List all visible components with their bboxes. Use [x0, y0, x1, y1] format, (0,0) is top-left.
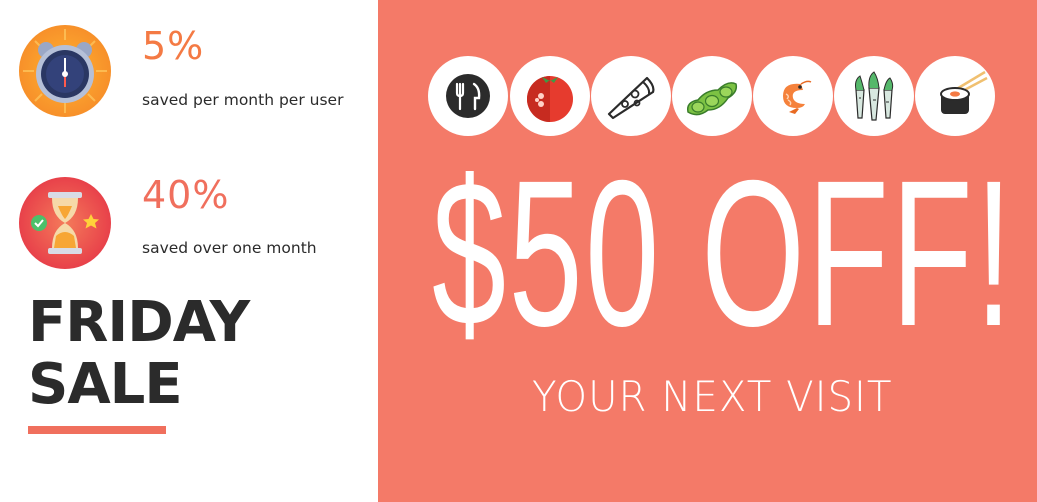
hourglass-icon: [18, 176, 112, 270]
offer-subtitle: YOUR NEXT VISIT: [532, 372, 893, 421]
alarm-clock-icon: [18, 24, 112, 118]
stat-value-1: 5%: [142, 24, 205, 68]
page-title: FRIDAY SALE: [28, 290, 250, 417]
stat-value-2: 40%: [142, 173, 230, 217]
pizza-slice-icon: [591, 56, 671, 136]
headline-underline: [28, 426, 166, 434]
headline-line-1: FRIDAY: [28, 290, 250, 355]
shrimp-icon: [753, 56, 833, 136]
fork-knife-icon: [428, 56, 508, 136]
tomato-icon: [510, 56, 590, 136]
stat-caption-1: saved per month per user: [142, 91, 344, 109]
offer-amount: $50 OFF!: [432, 138, 1015, 370]
edamame-icon: [672, 56, 752, 136]
headline-line-2: SALE: [28, 352, 183, 417]
stat-caption-2: saved over one month: [142, 239, 317, 257]
left-panel: 5% saved per month per user 40% saved ov…: [0, 0, 378, 502]
carrots-icon: [834, 56, 914, 136]
sushi-roll-icon: [915, 56, 995, 136]
